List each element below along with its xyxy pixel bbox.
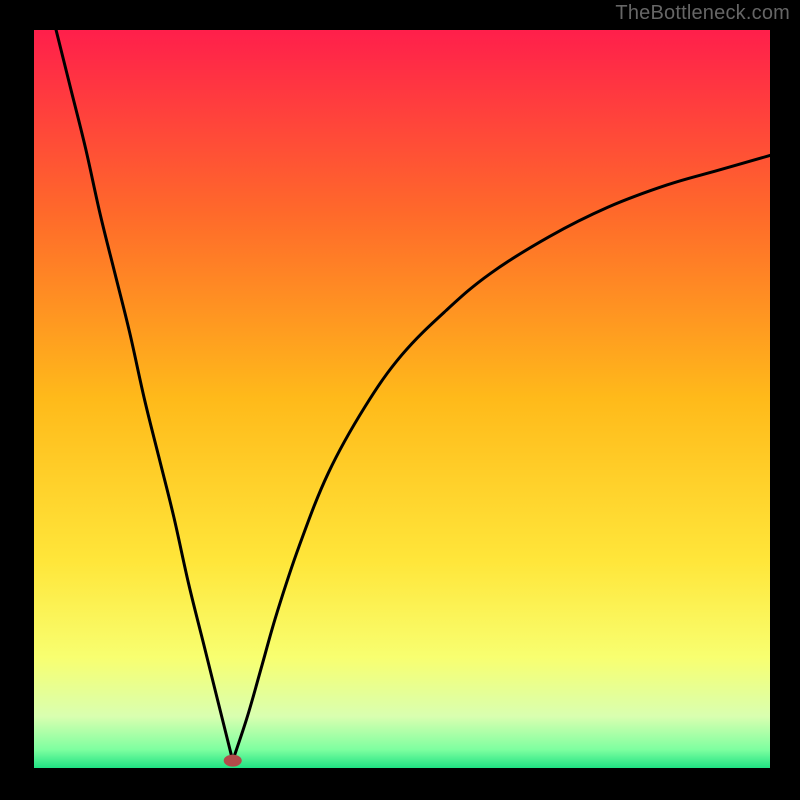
bottleneck-curve (34, 30, 770, 768)
chart-frame: TheBottleneck.com (0, 0, 800, 800)
minimum-marker (224, 755, 242, 767)
curve-right-branch (233, 155, 770, 760)
curve-left-branch (56, 30, 233, 761)
plot-area (34, 30, 770, 768)
watermark-text: TheBottleneck.com (615, 2, 790, 25)
